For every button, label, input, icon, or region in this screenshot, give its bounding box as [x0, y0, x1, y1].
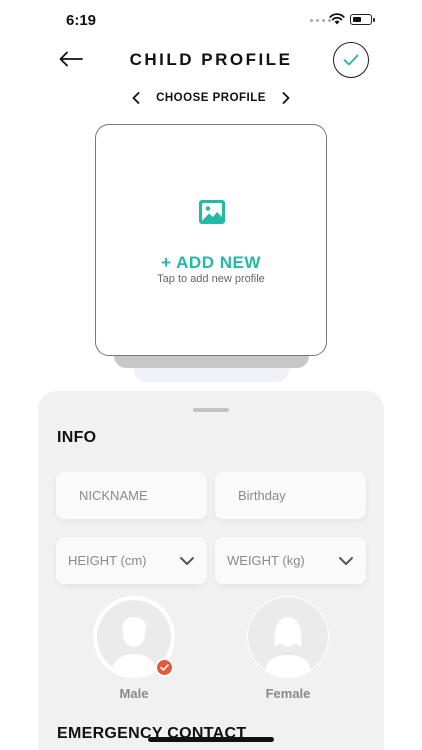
weight-select[interactable]: WEIGHT (kg): [215, 537, 366, 584]
home-indicator: [148, 737, 274, 742]
next-profile-button[interactable]: [278, 88, 294, 108]
male-avatar: [93, 596, 175, 678]
nickname-placeholder: NICKNAME: [79, 488, 148, 503]
nickname-field[interactable]: NICKNAME: [56, 472, 207, 519]
birthday-placeholder: Birthday: [238, 488, 286, 503]
previous-profile-button[interactable]: [128, 88, 144, 108]
add-new-label: + ADD NEW: [161, 253, 261, 272]
profile-switcher: CHOOSE PROFILE: [0, 88, 422, 108]
add-profile-card[interactable]: + ADD NEW Tap to add new profile: [95, 124, 327, 356]
male-label: Male: [119, 686, 149, 701]
status-bar: 6:19: [0, 0, 422, 40]
info-title: INFO: [57, 429, 97, 446]
header: CHILD PROFILE: [0, 40, 422, 90]
battery-icon: [350, 14, 375, 25]
female-label: Female: [265, 686, 311, 701]
chevron-right-icon: [282, 92, 290, 104]
check-icon: [160, 664, 169, 671]
weight-label: WEIGHT (kg): [227, 553, 305, 568]
height-label: HEIGHT (cm): [68, 553, 147, 568]
height-select[interactable]: HEIGHT (cm): [56, 537, 207, 584]
female-avatar: [247, 596, 329, 678]
birthday-field[interactable]: Birthday: [215, 472, 366, 519]
selected-check-badge: [155, 658, 174, 677]
signal-icon: [310, 19, 331, 22]
chevron-down-icon: [339, 556, 353, 565]
wifi-icon: [329, 13, 345, 25]
info-sheet: INFO NICKNAME Birthday HEIGHT (cm) WEIGH…: [38, 391, 384, 750]
status-time: 6:19: [66, 12, 97, 29]
choose-profile-label: CHOOSE PROFILE: [156, 92, 266, 104]
chevron-left-icon: [132, 92, 140, 104]
image-icon: [199, 200, 225, 224]
chevron-down-icon: [180, 556, 194, 565]
check-icon: [343, 54, 359, 66]
sheet-handle[interactable]: [193, 408, 229, 412]
add-new-hint: Tap to add new profile: [157, 273, 265, 285]
gender-option-male[interactable]: Male: [93, 596, 175, 701]
female-avatar-icon: [263, 617, 313, 677]
gender-option-female[interactable]: Female: [247, 596, 329, 701]
confirm-button[interactable]: [333, 42, 369, 78]
